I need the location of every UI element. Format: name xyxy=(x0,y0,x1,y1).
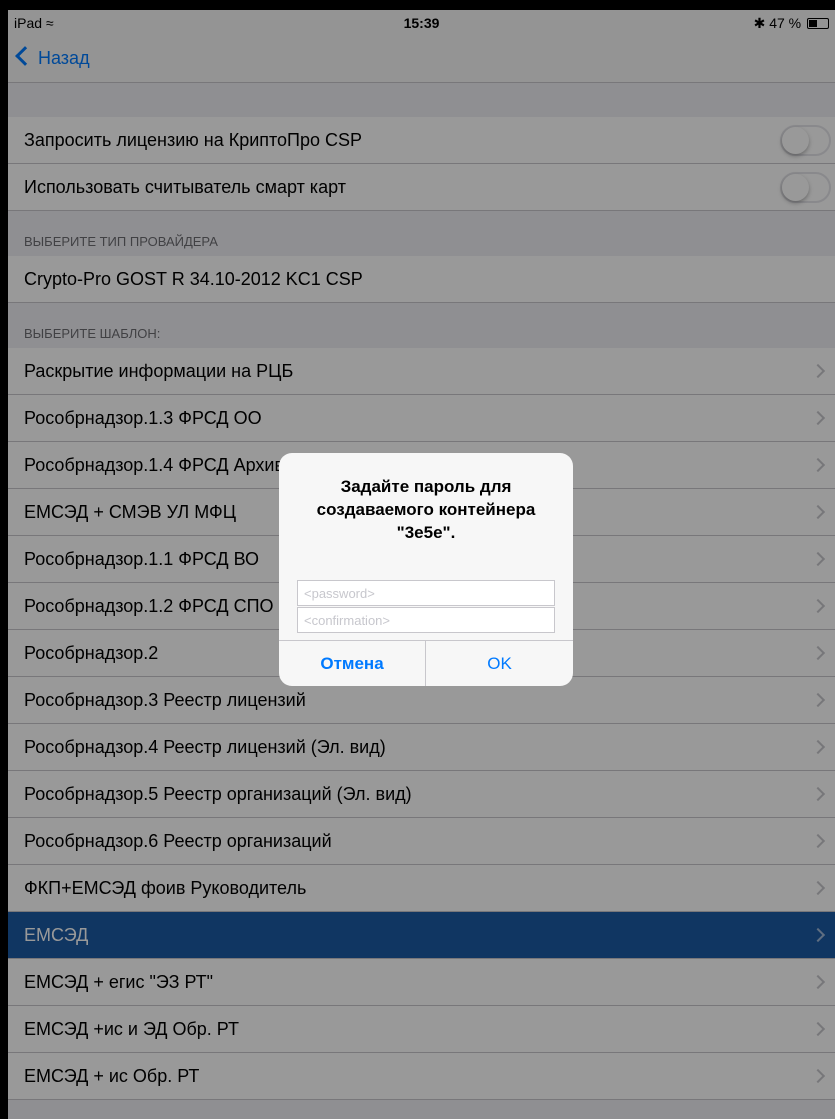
password-alert: Задайте пароль для создаваемого контейне… xyxy=(279,453,573,686)
alert-button-bar: Отмена OK xyxy=(279,640,573,686)
cancel-button[interactable]: Отмена xyxy=(279,641,426,686)
screen: iPad ≈ 15:39 ✱ 47 % Назад Запросить лице… xyxy=(8,10,835,1119)
ok-button[interactable]: OK xyxy=(426,641,573,686)
confirmation-input[interactable] xyxy=(297,607,555,633)
alert-title: Задайте пароль для создаваемого контейне… xyxy=(316,477,536,542)
password-input[interactable] xyxy=(297,580,555,606)
